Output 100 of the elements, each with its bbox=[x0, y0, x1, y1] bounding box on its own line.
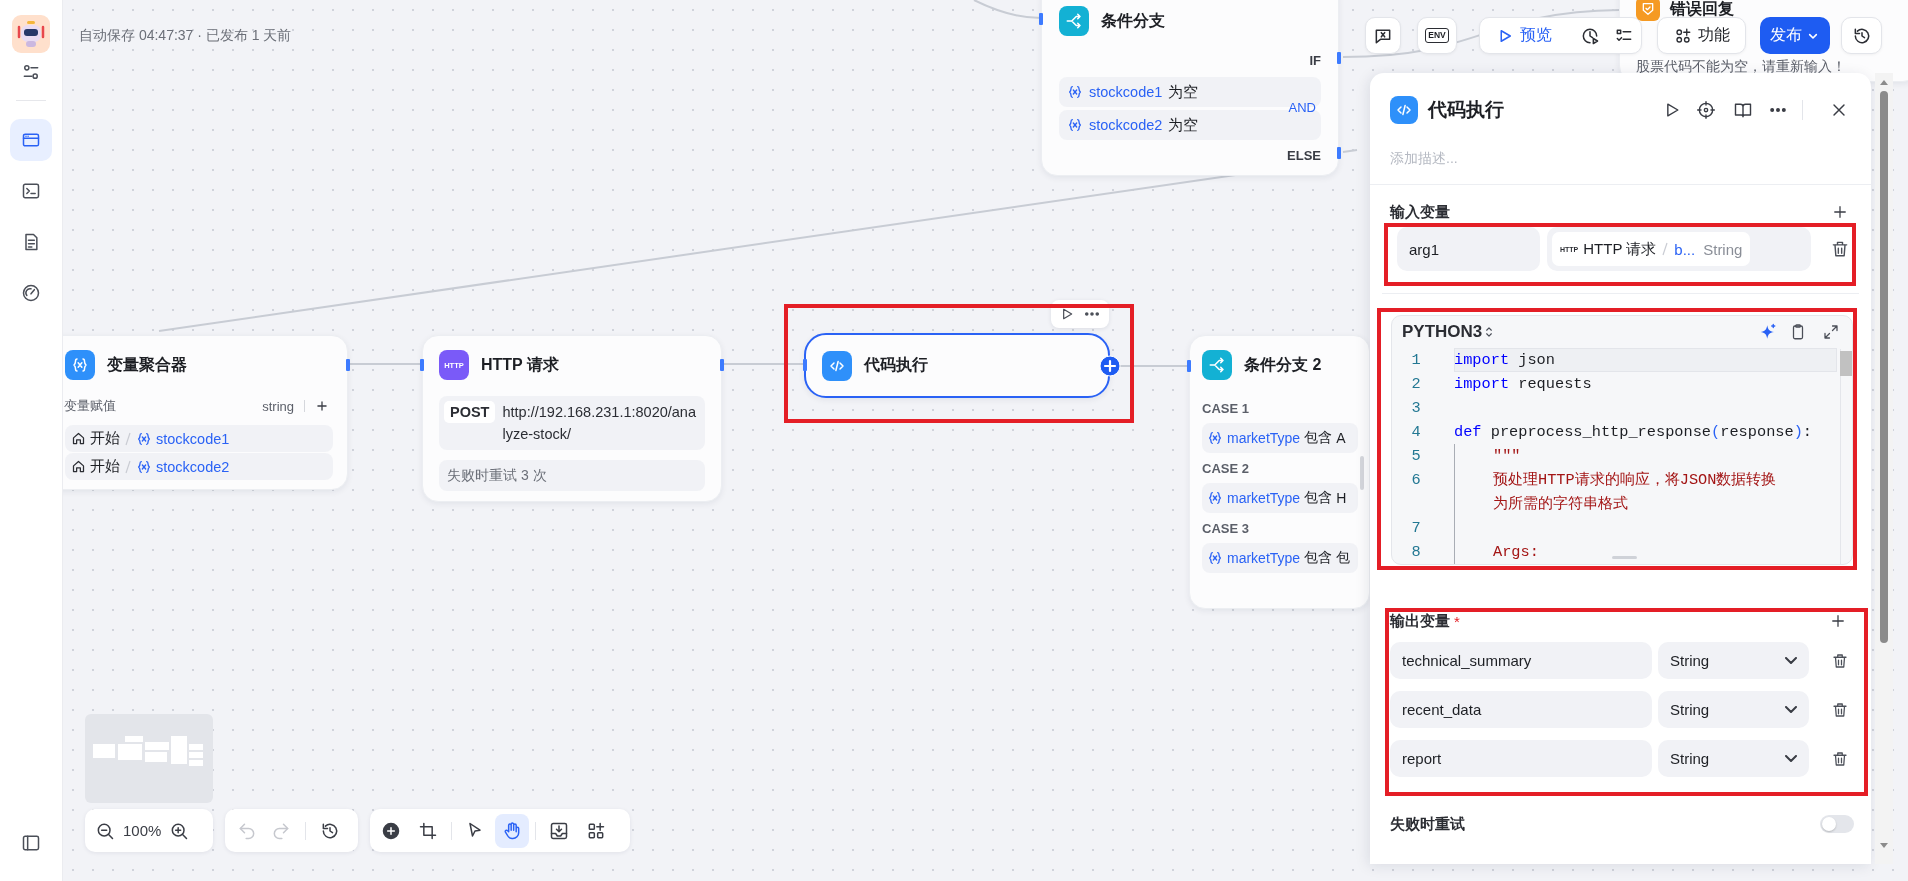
code-line: import requests bbox=[1454, 374, 1592, 395]
case-label: CASE 1 bbox=[1202, 401, 1249, 416]
add-icon[interactable] bbox=[1831, 203, 1849, 221]
switch-node[interactable]: 条件分支 2 CASE 1 marketType 包含 A CASE 2 marketType 包含 H CASE 3 marketType 包含 包 bbox=[1189, 335, 1370, 609]
node-title: 代码执行 bbox=[864, 355, 928, 375]
publish-button[interactable]: 发布 bbox=[1760, 17, 1830, 54]
description-field[interactable]: 添加描述... bbox=[1390, 149, 1690, 167]
variable-node-icon bbox=[65, 350, 95, 380]
sidebar-item[interactable] bbox=[10, 119, 52, 161]
node-name: HTTP 请求 bbox=[1583, 239, 1657, 259]
trash-icon[interactable] bbox=[1831, 700, 1849, 719]
variable-name: stockcode1 bbox=[1089, 84, 1163, 100]
line-number: 8 bbox=[1410, 542, 1422, 563]
features-button[interactable]: 功能 bbox=[1657, 17, 1746, 54]
scrollbar[interactable] bbox=[1360, 456, 1364, 490]
sidebar-toggle-icon[interactable] bbox=[21, 833, 41, 853]
url-text: http://192.168.231.1:8020/analyze-stock/ bbox=[502, 403, 697, 444]
toggle-switch[interactable] bbox=[1820, 815, 1854, 833]
target-icon[interactable] bbox=[1696, 100, 1716, 120]
name-field[interactable]: recent_data bbox=[1390, 691, 1652, 728]
retry-label: 失败时重试 3 次 bbox=[439, 460, 705, 491]
condition-node[interactable]: 条件分支 IF stockcode1 为空 stockcode2 为空 AND ELSE bbox=[1041, 0, 1339, 176]
logic-label: AND bbox=[1288, 100, 1316, 115]
robot-logo[interactable] bbox=[12, 15, 50, 53]
source-label: 开始 bbox=[90, 457, 120, 476]
connection-handle[interactable] bbox=[1337, 147, 1341, 159]
variable-icon bbox=[1067, 84, 1083, 100]
preview-button[interactable]: 预览 bbox=[1496, 25, 1552, 46]
required-mark: * bbox=[1454, 612, 1460, 630]
env-button[interactable]: ENV bbox=[1417, 17, 1457, 54]
chevron-down-icon bbox=[1785, 657, 1797, 664]
book-icon[interactable] bbox=[1733, 100, 1753, 120]
type-label: string bbox=[262, 398, 294, 414]
branch-label: IF bbox=[1309, 53, 1321, 69]
variable-name: stockcode2 bbox=[156, 458, 230, 475]
variable-name: marketType bbox=[1227, 490, 1301, 506]
image-import-icon bbox=[549, 820, 569, 841]
line-number: 6 bbox=[1410, 470, 1422, 491]
add-icon[interactable] bbox=[315, 399, 329, 413]
group-label: 变量赋值 bbox=[64, 397, 116, 415]
name-field[interactable]: report bbox=[1390, 740, 1652, 777]
home-icon bbox=[71, 459, 86, 474]
home-icon bbox=[71, 431, 86, 446]
name-field[interactable]: arg1 bbox=[1397, 227, 1540, 271]
type-select[interactable]: String bbox=[1658, 740, 1809, 777]
section-label: 输入变量 bbox=[1390, 202, 1450, 222]
add-node-button[interactable] bbox=[1099, 355, 1121, 377]
window-icon bbox=[21, 130, 41, 150]
type-label: String bbox=[1703, 240, 1743, 258]
value-label: 包 bbox=[1336, 549, 1351, 567]
type-select[interactable]: String bbox=[1658, 642, 1809, 679]
code-node-icon bbox=[1390, 96, 1418, 124]
scrollbar[interactable] bbox=[1840, 351, 1852, 376]
connection-handle[interactable] bbox=[346, 359, 350, 371]
case-label: CASE 3 bbox=[1202, 521, 1249, 536]
connector-line bbox=[973, 0, 1042, 19]
retry-label: 失败时重试 bbox=[1390, 814, 1465, 834]
resize-handle[interactable] bbox=[1612, 556, 1637, 559]
tool-button[interactable] bbox=[495, 813, 529, 848]
trash-icon[interactable] bbox=[1831, 749, 1849, 768]
node-title: 条件分支 2 bbox=[1244, 354, 1322, 375]
code-node[interactable]: 代码执行 bbox=[804, 333, 1110, 398]
sparkle-icon[interactable] bbox=[1759, 323, 1777, 341]
expand-icon[interactable] bbox=[1822, 323, 1840, 341]
line-number: 7 bbox=[1410, 518, 1422, 539]
trash-icon[interactable] bbox=[1831, 651, 1849, 670]
connection-handle[interactable] bbox=[1039, 13, 1043, 25]
connection-handle[interactable] bbox=[1337, 52, 1341, 64]
save-status: 自动保存 04:47:37 · 已发布 1 天前 bbox=[79, 27, 292, 45]
branch-icon bbox=[1202, 350, 1232, 380]
connection-handle[interactable] bbox=[720, 359, 724, 371]
branch-icon bbox=[1059, 6, 1089, 36]
source-label: 开始 bbox=[90, 429, 120, 448]
code-line: Args: bbox=[1493, 542, 1539, 563]
case-label: CASE 2 bbox=[1202, 461, 1249, 476]
terminal-icon bbox=[21, 181, 41, 201]
variable-name: stockcode2 bbox=[1089, 117, 1163, 133]
add-icon[interactable] bbox=[1829, 612, 1847, 630]
line-number: 1 bbox=[1410, 350, 1422, 371]
history-button[interactable] bbox=[1841, 17, 1882, 54]
type-select[interactable]: String bbox=[1658, 691, 1809, 728]
trash-icon[interactable] bbox=[1830, 239, 1850, 259]
features-icon bbox=[1673, 26, 1692, 45]
connection-handle[interactable] bbox=[420, 359, 424, 371]
variable-icon bbox=[1207, 550, 1223, 566]
variable-icon bbox=[1207, 430, 1223, 446]
aggregator-node[interactable]: 变量聚合器 变量赋值 string 开始 stockcode1 开始 stockcode2 bbox=[63, 335, 348, 490]
connection-handle[interactable] bbox=[1187, 360, 1191, 372]
name-field[interactable]: technical_summary bbox=[1390, 642, 1652, 679]
comment-button[interactable] bbox=[1365, 17, 1401, 54]
section-label: 输出变量 bbox=[1390, 611, 1450, 631]
code-line: def preprocess_http_response(response): bbox=[1454, 422, 1813, 443]
value-label: H bbox=[1336, 490, 1347, 506]
node-title: 变量聚合器 bbox=[107, 354, 187, 375]
connection-handle[interactable] bbox=[803, 359, 807, 371]
panel-title: 代码执行 bbox=[1428, 98, 1504, 122]
node-title: 条件分支 bbox=[1101, 10, 1165, 31]
line-number: 3 bbox=[1410, 398, 1422, 419]
operator-label: 包含 bbox=[1304, 489, 1333, 507]
language-selector[interactable]: PYTHON3 bbox=[1402, 322, 1483, 342]
